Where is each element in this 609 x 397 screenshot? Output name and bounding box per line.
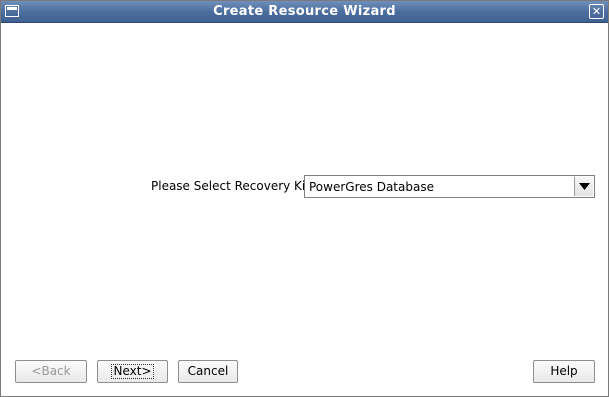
- recovery-kit-label: Please Select Recovery Kit: [151, 179, 310, 193]
- dropdown-arrow-button[interactable]: [574, 177, 593, 196]
- next-button[interactable]: Next>: [97, 360, 168, 383]
- help-button[interactable]: Help: [533, 360, 595, 383]
- close-icon[interactable]: ✕: [589, 4, 604, 19]
- next-button-label: Next>: [111, 364, 154, 379]
- window-title: Create Resource Wizard: [213, 4, 396, 19]
- cancel-button[interactable]: Cancel: [178, 360, 238, 383]
- back-button[interactable]: <Back: [15, 360, 87, 383]
- recovery-kit-selected-value: PowerGres Database: [309, 180, 434, 194]
- wizard-window: Create Resource Wizard ✕ Please Select R…: [0, 0, 609, 397]
- title-bar: Create Resource Wizard ✕: [1, 1, 608, 23]
- recovery-kit-dropdown[interactable]: PowerGres Database: [304, 175, 595, 198]
- chevron-down-icon: [579, 183, 590, 190]
